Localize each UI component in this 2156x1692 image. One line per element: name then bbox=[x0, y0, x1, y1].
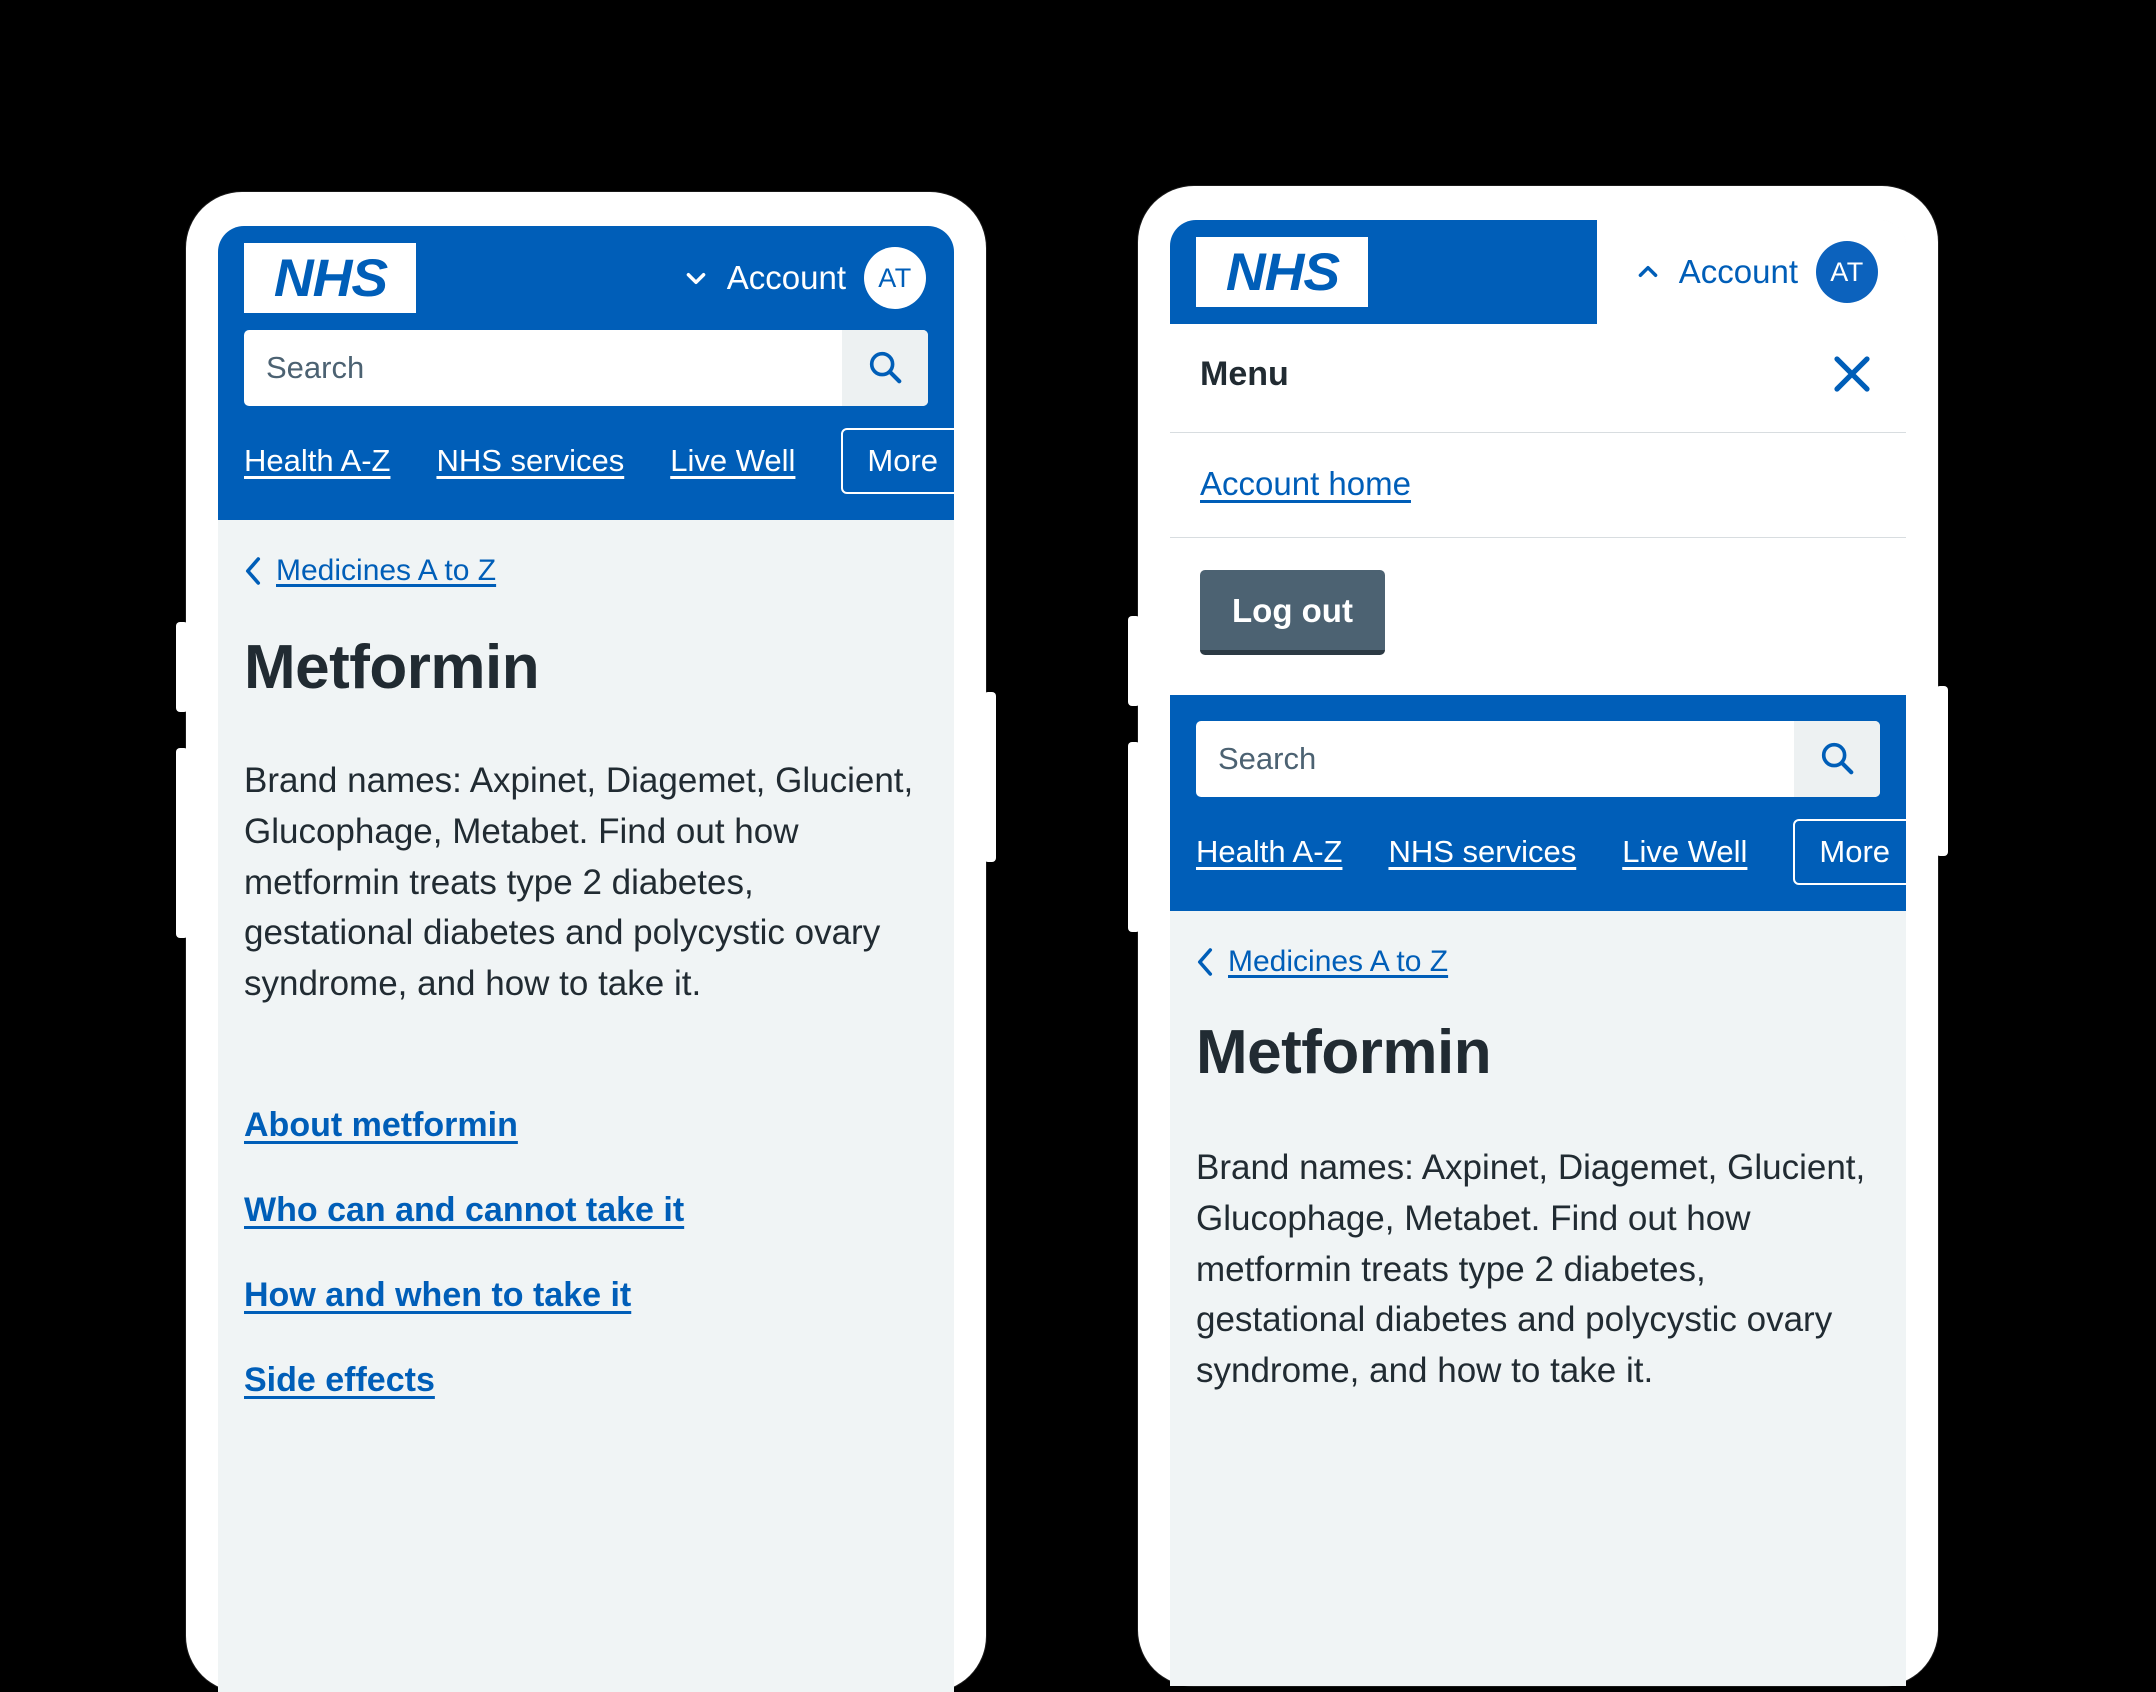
header-top-bar: NHS Account AT bbox=[1170, 220, 1906, 324]
nhs-header-right: NHS Account AT bbox=[1170, 220, 1906, 324]
chevron-left-icon bbox=[244, 556, 262, 586]
search-icon bbox=[866, 348, 904, 389]
page-body-right: Medicines A to Z Metformin Brand names: … bbox=[1170, 911, 1906, 1397]
nav-link-health-a-z[interactable]: Health A-Z bbox=[1196, 834, 1342, 870]
account-menu-links: Account home bbox=[1170, 433, 1906, 538]
primary-nav: Health A-Z NHS services Live Well More bbox=[1170, 797, 1906, 911]
search-box bbox=[244, 330, 928, 406]
volume-up-button[interactable] bbox=[1128, 616, 1140, 706]
volume-down-button[interactable] bbox=[1128, 742, 1140, 932]
nhs-logo-text: NHS bbox=[273, 248, 387, 308]
search-button[interactable] bbox=[1794, 721, 1880, 797]
chevron-up-icon bbox=[1635, 259, 1661, 285]
search-input[interactable] bbox=[244, 330, 842, 406]
avatar[interactable]: AT bbox=[1816, 241, 1878, 303]
breadcrumb-link[interactable]: Medicines A to Z bbox=[1228, 945, 1448, 979]
nav-link-health-a-z[interactable]: Health A-Z bbox=[244, 443, 390, 479]
account-label: Account bbox=[726, 259, 846, 296]
account-menu-actions: Log out bbox=[1170, 538, 1906, 695]
header-top-bar: NHS Account AT bbox=[218, 226, 954, 330]
nav-more-button[interactable]: More bbox=[1793, 819, 1906, 885]
close-icon[interactable] bbox=[1828, 350, 1876, 398]
phone-mockup-left: NHS Account AT Search Health A-Z NHS ser… bbox=[176, 192, 996, 1692]
volume-down-button[interactable] bbox=[176, 748, 188, 938]
page-title: Metformin bbox=[1196, 1018, 1492, 1087]
page-title: Metformin bbox=[244, 633, 540, 702]
page-lede: Brand names: Axpinet, Diagemet, Glucient… bbox=[1196, 1148, 1866, 1391]
breadcrumb-link[interactable]: Medicines A to Z bbox=[276, 554, 496, 588]
search-input[interactable] bbox=[1196, 721, 1794, 797]
search-row bbox=[218, 330, 954, 406]
account-menu-header: Menu bbox=[1170, 324, 1906, 433]
nav-link-live-well[interactable]: Live Well bbox=[670, 443, 795, 479]
toc-link-who-can-take[interactable]: Who can and cannot take it bbox=[244, 1191, 928, 1230]
nav-link-nhs-services[interactable]: NHS services bbox=[436, 443, 624, 479]
screenshot-stage: NHS Account AT Search Health A-Z NHS ser… bbox=[0, 0, 2156, 1692]
log-out-button[interactable]: Log out bbox=[1200, 570, 1385, 655]
account-menu-panel: Menu Account home Log out bbox=[1170, 324, 1906, 695]
chevron-down-icon bbox=[683, 265, 709, 291]
nhs-logo-text: NHS bbox=[1225, 242, 1339, 302]
page-lede: Brand names: Axpinet, Diagemet, Glucient… bbox=[244, 761, 914, 1004]
search-row bbox=[1170, 695, 1906, 797]
nhs-search-nav-right: Health A-Z NHS services Live Well More bbox=[1170, 695, 1906, 911]
phone-mockup-right: NHS Account AT Menu Account home Log out… bbox=[1128, 186, 1948, 1686]
table-of-contents: About metformin Who can and cannot take … bbox=[244, 1106, 928, 1400]
power-button[interactable] bbox=[1936, 686, 1948, 856]
phone-screen-left: NHS Account AT Search Health A-Z NHS ser… bbox=[218, 226, 954, 1692]
search-box bbox=[1196, 721, 1880, 797]
account-menu-toggle[interactable]: Account AT bbox=[1600, 220, 1906, 324]
nhs-logo[interactable]: NHS bbox=[1196, 237, 1368, 307]
search-button[interactable] bbox=[842, 330, 928, 406]
phone-screen-right: NHS Account AT Menu Account home Log out… bbox=[1170, 220, 1906, 1686]
nav-link-live-well[interactable]: Live Well bbox=[1622, 834, 1747, 870]
nhs-header-left: NHS Account AT Search Health A-Z NHS ser… bbox=[218, 226, 954, 520]
toc-link-how-and-when[interactable]: How and when to take it bbox=[244, 1276, 928, 1315]
toc-link-about[interactable]: About metformin bbox=[244, 1106, 928, 1145]
volume-up-button[interactable] bbox=[176, 622, 188, 712]
breadcrumb: Medicines A to Z bbox=[1196, 945, 1880, 979]
avatar[interactable]: AT bbox=[864, 247, 926, 309]
account-menu-toggle[interactable]: Account AT bbox=[683, 226, 954, 330]
toc-link-side-effects[interactable]: Side effects bbox=[244, 1361, 928, 1400]
power-button[interactable] bbox=[984, 692, 996, 862]
breadcrumb: Medicines A to Z bbox=[244, 554, 928, 588]
account-label: Account bbox=[1678, 253, 1798, 290]
nhs-logo[interactable]: NHS bbox=[244, 243, 416, 313]
nav-more-button[interactable]: More bbox=[841, 428, 954, 494]
chevron-left-icon bbox=[1196, 947, 1214, 977]
account-menu-title: Menu bbox=[1200, 354, 1289, 393]
primary-nav: Health A-Z NHS services Live Well More bbox=[218, 406, 954, 520]
search-icon bbox=[1818, 739, 1856, 780]
page-body-left: Medicines A to Z Metformin Brand names: … bbox=[218, 520, 954, 1400]
menu-link-account-home[interactable]: Account home bbox=[1200, 465, 1411, 502]
nav-link-nhs-services[interactable]: NHS services bbox=[1388, 834, 1576, 870]
